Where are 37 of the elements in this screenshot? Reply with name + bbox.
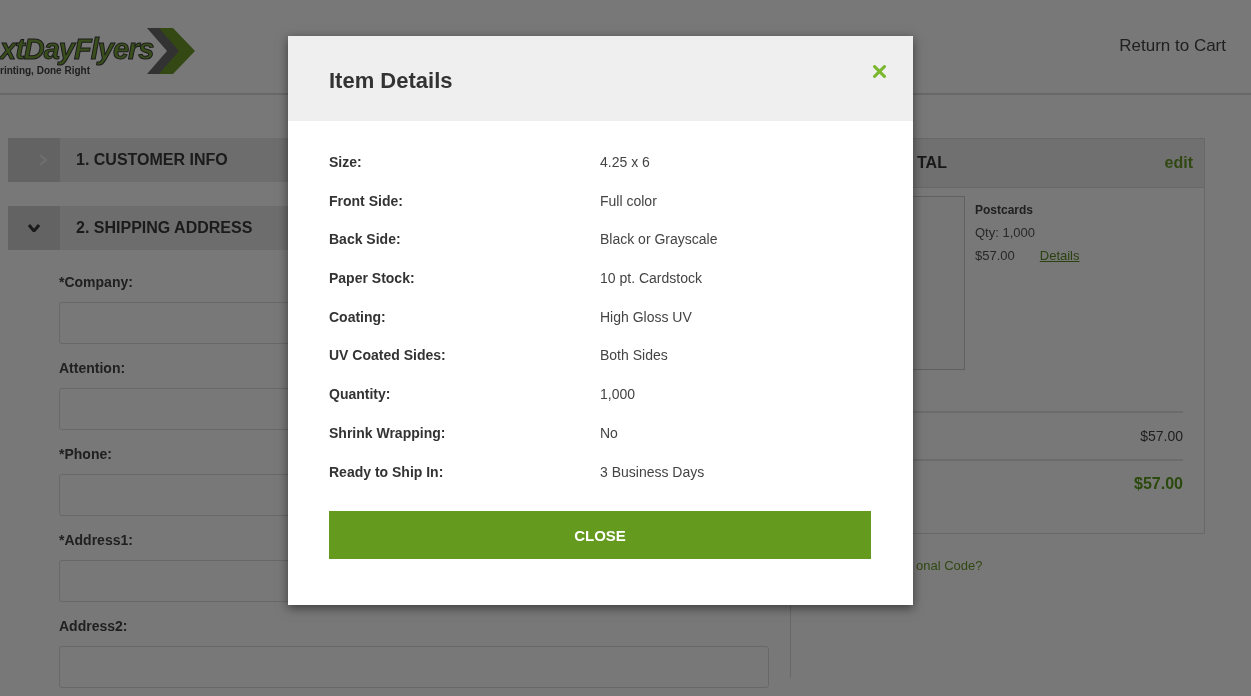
spec-value: 10 pt. Cardstock xyxy=(600,269,703,289)
spec-label: Size: xyxy=(329,153,363,172)
spec-value: No xyxy=(600,423,619,443)
spec-value: 3 Business Days xyxy=(600,462,706,482)
spec-value: Full color xyxy=(600,191,658,211)
spec-label: Back Side: xyxy=(329,230,402,250)
dialog-title: Item Details xyxy=(329,67,453,94)
logo-tagline: rinting, Done Right xyxy=(0,64,90,76)
spec-label: Coating: xyxy=(329,307,387,327)
product-price: $57.00 xyxy=(975,248,1015,263)
field-label: *Address1: xyxy=(59,532,133,548)
spec-value: Both Sides xyxy=(600,346,669,366)
field-label: *Company: xyxy=(59,274,133,290)
spec-value: 1,000 xyxy=(600,385,637,405)
spec-label: Shrink Wrapping: xyxy=(329,423,447,443)
spec-label: UV Coated Sides: xyxy=(329,346,447,366)
total-amount: $57.00 xyxy=(1134,475,1183,493)
spec-label: Ready to Ship In: xyxy=(329,462,445,482)
subtotal-amount: $57.00 xyxy=(1140,428,1183,444)
promo-code-link[interactable]: onal Code? xyxy=(916,558,983,573)
spec-value: High Gloss UV xyxy=(600,307,693,327)
product-name: Postcards xyxy=(975,203,1035,217)
field-label: *Phone: xyxy=(59,446,112,462)
spec-value: 4.25 x 6 xyxy=(600,153,651,172)
spec-label: Paper Stock: xyxy=(329,269,416,289)
field-label: Attention: xyxy=(59,360,126,376)
close-button[interactable]: CLOSE xyxy=(329,511,871,560)
card-title: TAL xyxy=(917,154,947,172)
field-label: Address2: xyxy=(59,618,128,634)
spec-label: Front Side: xyxy=(329,191,404,211)
return-to-cart-link[interactable]: Return to Cart xyxy=(1119,35,1226,56)
spec-label: Quantity: xyxy=(329,385,392,405)
details-link[interactable]: Details xyxy=(1039,248,1080,263)
edit-link[interactable]: edit xyxy=(1164,154,1193,172)
product-quantity: Qty: 1,000 xyxy=(975,225,1036,240)
close-icon[interactable] xyxy=(873,65,886,78)
spec-value: Black or Grayscale xyxy=(600,230,719,250)
